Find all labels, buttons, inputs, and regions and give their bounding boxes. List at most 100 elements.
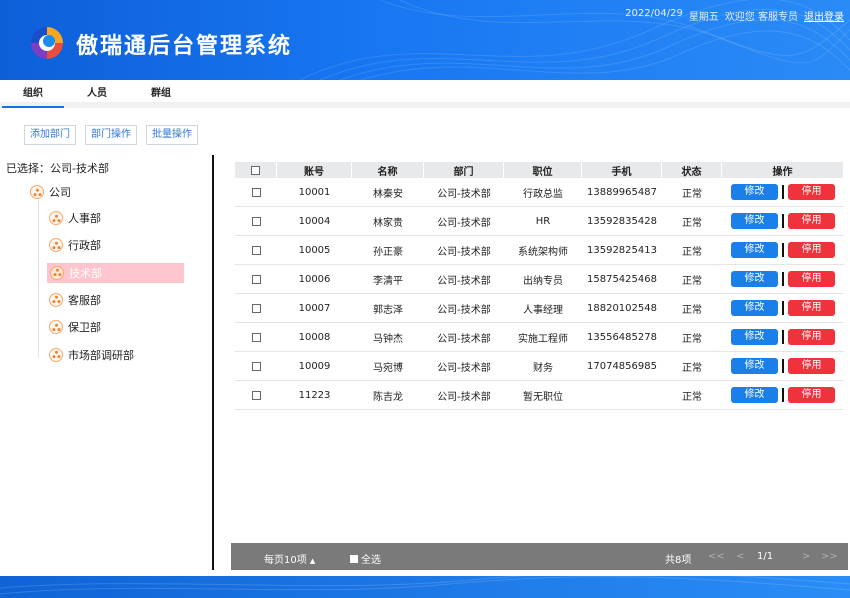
disable-button[interactable]: 停用 (788, 271, 835, 287)
cell-actions: 修改 停用 (722, 178, 844, 206)
table-row[interactable]: 10008 马钟杰 公司-技术部 实施工程师 13556485278 正常 修改 停用 (235, 323, 844, 352)
org-node-icon (49, 292, 63, 307)
row-select-cell (235, 178, 277, 206)
app-footer (0, 576, 850, 598)
cell-status: 正常 (682, 217, 702, 229)
disable-button[interactable]: 停用 (788, 242, 835, 258)
row-checkbox[interactable] (251, 390, 261, 400)
row-checkbox[interactable] (251, 361, 261, 371)
tab-organization[interactable]: 组织 (2, 80, 64, 108)
cell-dept: 公司-技术部 (437, 275, 491, 287)
tab-groups[interactable]: 群组 (130, 80, 192, 102)
tree-node-label: 公司 (49, 186, 71, 199)
action-separator (782, 272, 784, 286)
row-checkbox[interactable] (251, 303, 261, 313)
select-all-label: 全选 (361, 555, 381, 566)
prev-page-button[interactable]: < (736, 551, 744, 562)
cell-account: 10009 (298, 360, 331, 372)
batch-ops-button[interactable]: 批量操作 (146, 125, 198, 145)
action-separator (782, 330, 784, 344)
panel-splitter[interactable] (212, 155, 214, 570)
last-page-button[interactable]: >> (821, 551, 838, 562)
edit-button[interactable]: 修改 (731, 300, 778, 316)
current-weekday: 星期五 (688, 12, 719, 23)
table-row[interactable]: 10009 马宛博 公司-技术部 财务 17074856985 正常 修改 停用 (235, 352, 844, 381)
cell-phone: 13889965487 (587, 186, 657, 198)
select-all-header (235, 162, 277, 178)
row-select-cell (235, 265, 277, 293)
cell-actions: 修改 停用 (722, 236, 844, 264)
table-header: 账号 名称 部门 职位 手机 状态 操作 (235, 162, 844, 178)
cell-name: 林秦安 (373, 188, 403, 200)
add-department-button[interactable]: 添加部门 (24, 125, 76, 145)
per-page-select[interactable]: 每页10项 ▲ (264, 551, 315, 566)
edit-button[interactable]: 修改 (731, 358, 778, 374)
tree-node-label: 技术部 (69, 266, 102, 280)
user-table: 账号 名称 部门 职位 手机 状态 操作 10001 林秦安 公司-技术部 行政总监 1… (235, 162, 844, 410)
pagination-bar: 每页10项 ▲ 全选 共8项 << < 1/1 > >> (231, 543, 848, 570)
table-row[interactable]: 10006 李清平 公司-技术部 出纳专员 15875425468 正常 修改 停用 (235, 265, 844, 294)
logout-link[interactable]: 退出登录 (804, 8, 844, 23)
welcome-text: 欢迎您 客服专员 (724, 12, 798, 23)
disable-button[interactable]: 停用 (788, 300, 835, 316)
disable-button[interactable]: 停用 (788, 329, 835, 345)
app-logo-icon (31, 27, 63, 59)
header-name: 名称 (352, 162, 424, 178)
edit-button[interactable]: 修改 (731, 329, 778, 345)
tree-node-label: 人事部 (68, 212, 101, 225)
cell-dept: 公司-技术部 (437, 246, 491, 258)
header-account: 账号 (277, 162, 352, 178)
table-row[interactable]: 10007 郭志泽 公司-技术部 人事经理 18820102548 正常 修改 停用 (235, 294, 844, 323)
edit-button[interactable]: 修改 (731, 213, 778, 229)
edit-button[interactable]: 修改 (731, 184, 778, 200)
caret-up-icon: ▲ (309, 557, 316, 565)
row-checkbox[interactable] (251, 216, 261, 226)
edit-button[interactable]: 修改 (731, 387, 778, 403)
cell-account: 10005 (298, 244, 331, 256)
tree-node-label: 市场部调研部 (68, 348, 134, 362)
tree-node-5[interactable]: 保卫部 (49, 317, 101, 337)
main-tabs: 组织 人员 群组 (0, 80, 850, 108)
tree-node-3[interactable]: 技术部 (47, 262, 184, 283)
action-separator (782, 185, 784, 199)
tree-node-2[interactable]: 行政部 (49, 235, 101, 255)
disable-button[interactable]: 停用 (788, 184, 835, 200)
disable-button[interactable]: 停用 (788, 358, 835, 374)
cell-title: 行政总监 (523, 188, 563, 200)
tab-personnel[interactable]: 人员 (66, 80, 128, 102)
table-row[interactable]: 10001 林秦安 公司-技术部 行政总监 13889965487 正常 修改 停用 (235, 178, 844, 207)
header-phone: 手机 (582, 162, 662, 178)
tree-node-6[interactable]: 市场部调研部 (49, 345, 134, 365)
first-page-button[interactable]: << (708, 551, 725, 562)
select-all-toggle[interactable]: 全选 (350, 551, 381, 566)
edit-button[interactable]: 修改 (731, 271, 778, 287)
next-page-button[interactable]: > (802, 551, 810, 562)
tree-node-label: 行政部 (68, 239, 101, 253)
cell-dept: 公司-技术部 (437, 188, 491, 200)
disable-button[interactable]: 停用 (788, 213, 835, 229)
footer-wave-pattern (0, 576, 850, 595)
tree-node-4[interactable]: 客服部 (49, 290, 101, 310)
cell-account: 10006 (298, 273, 331, 285)
tree-node-root[interactable]: 公司 (30, 182, 71, 202)
selection-label: 已选择：公司-技术部 (6, 162, 109, 175)
row-checkbox[interactable] (251, 274, 261, 284)
tree-node-1[interactable]: 人事部 (49, 208, 101, 228)
row-checkbox[interactable] (251, 245, 261, 255)
cell-dept: 公司-技术部 (437, 362, 491, 374)
table-row[interactable]: 10005 孙正豪 公司-技术部 系统架构师 13592825413 正常 修改 停用 (235, 236, 844, 265)
table-row[interactable]: 11223 陈吉龙 公司-技术部 暂无职位 正常 修改 停用 (235, 381, 844, 410)
org-node-icon (50, 265, 64, 280)
edit-button[interactable]: 修改 (731, 242, 778, 258)
header-status: 状态 (662, 162, 722, 178)
select-all-checkbox[interactable] (251, 165, 260, 175)
table-row[interactable]: 10004 林家贵 公司-技术部 HR 13592835428 正常 修改 停用 (235, 207, 844, 236)
org-node-icon (49, 347, 63, 362)
row-select-cell (235, 323, 277, 351)
row-checkbox[interactable] (251, 332, 261, 342)
cell-actions: 修改 停用 (722, 323, 844, 351)
row-checkbox[interactable] (251, 187, 261, 197)
cell-title: 人事经理 (523, 304, 563, 316)
department-ops-button[interactable]: 部门操作 (85, 125, 137, 145)
disable-button[interactable]: 停用 (788, 387, 835, 403)
